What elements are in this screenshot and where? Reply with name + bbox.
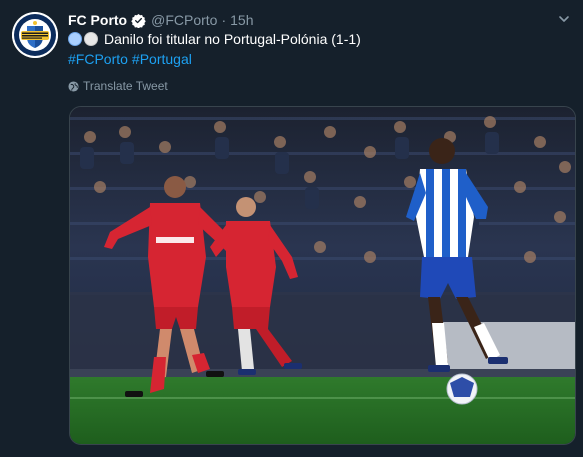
tweet-photo[interactable] (69, 106, 576, 445)
avatar[interactable] (12, 12, 58, 58)
hashtag-portugal[interactable]: #Portugal (132, 49, 192, 69)
football (446, 373, 478, 405)
chevron-down-icon[interactable] (557, 12, 571, 26)
globe-icon (68, 80, 79, 92)
white-circle-emoji (84, 32, 98, 46)
timestamp[interactable]: 15h (230, 12, 253, 28)
translate-label: Translate Tweet (83, 79, 168, 93)
tweet-header: FC Porto @FCPorto · 15h (68, 10, 253, 30)
handle[interactable]: @FCPorto (151, 12, 217, 28)
separator-dot: · (221, 12, 227, 28)
tweet-body-text: Danilo foi titular no Portugal-Polónia (… (104, 31, 361, 47)
hashtag-fcporto[interactable]: #FCPorto (68, 49, 128, 69)
fc-porto-crest-logo (12, 12, 58, 58)
tweet-text: Danilo foi titular no Portugal-Polónia (… (68, 29, 361, 69)
verified-badge-icon (131, 13, 146, 28)
football-match-photo (70, 107, 575, 444)
display-name[interactable]: FC Porto (68, 12, 127, 28)
blue-circle-emoji (68, 32, 82, 46)
tweet[interactable]: FC Porto @FCPorto · 15h Danilo foi titul… (0, 0, 583, 457)
translate-tweet-link[interactable]: Translate Tweet (68, 79, 168, 93)
